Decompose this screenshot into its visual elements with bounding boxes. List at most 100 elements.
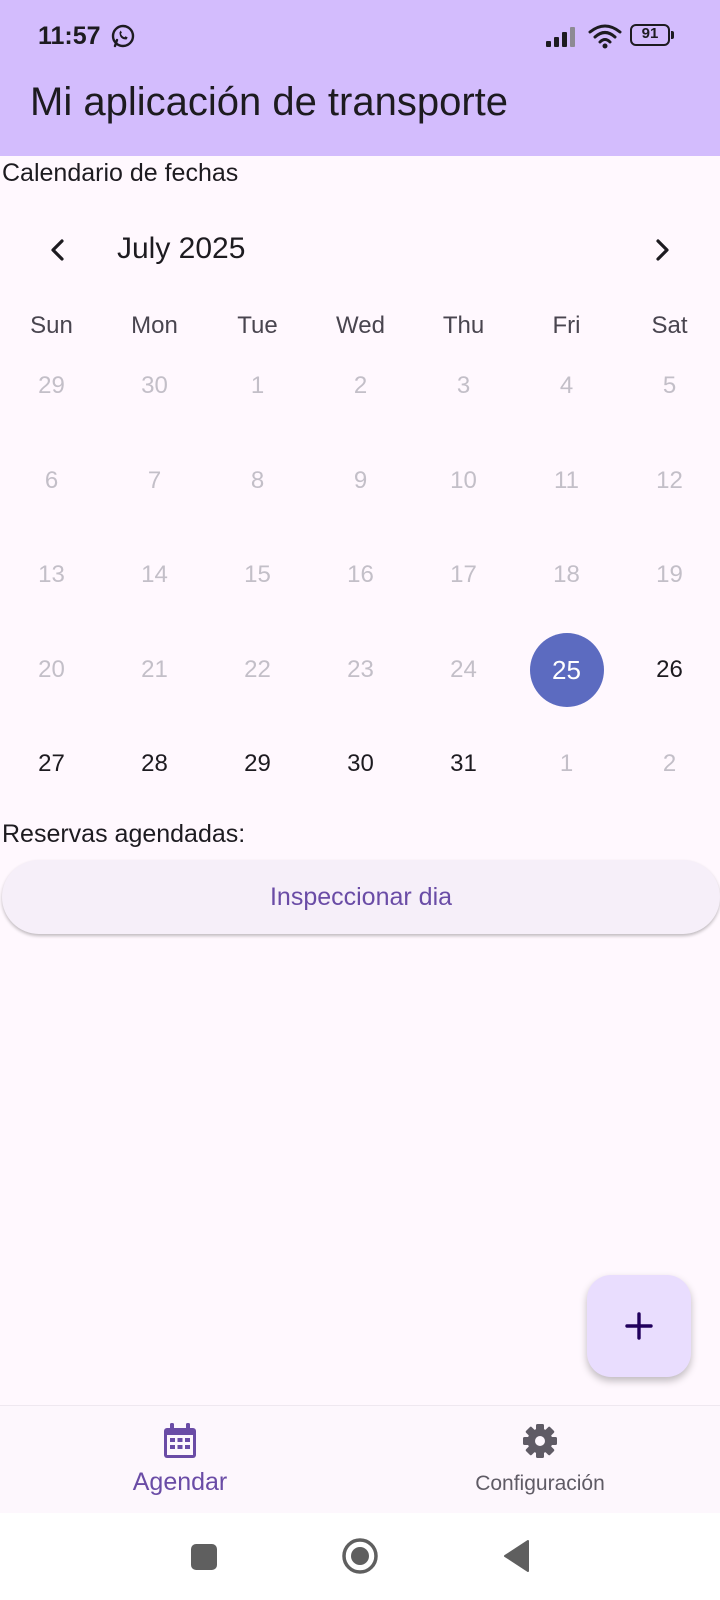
calendar-day-number: 29 — [244, 750, 271, 777]
battery-icon: 91 — [630, 24, 674, 46]
calendar-day-selected[interactable]: 25 — [515, 632, 618, 708]
reservations-label: Reservas agendadas: — [2, 820, 246, 848]
calendar-day[interactable]: 26 — [618, 632, 720, 708]
gear-icon — [523, 1424, 557, 1458]
status-bar: 11:57 91 — [0, 0, 720, 70]
calendar-day-number: 7 — [147, 467, 162, 494]
app-title: Mi aplicación de transporte — [30, 80, 509, 124]
calendar-day: 24 — [412, 632, 515, 708]
calendar-day-number: 26 — [656, 656, 683, 683]
calendar-day-number: 30 — [141, 372, 168, 399]
whatsapp-icon — [111, 24, 135, 48]
nav-item-configuracion[interactable]: Configuración — [360, 1406, 720, 1514]
calendar-day: 10 — [412, 443, 515, 519]
weekday-label: Sun — [30, 312, 73, 339]
calendar-day: 11 — [515, 443, 618, 519]
calendar-day[interactable]: 31 — [412, 726, 515, 802]
calendar-day-number: 10 — [450, 467, 477, 494]
calendar-day: 15 — [206, 537, 309, 613]
prev-month-button[interactable] — [36, 228, 80, 272]
calendar-day-number: 8 — [250, 467, 265, 494]
calendar-day-number: 2 — [662, 750, 677, 777]
calendar-day-number: 1 — [250, 372, 265, 399]
calendar-day-number: 17 — [450, 561, 477, 588]
calendar-day-number: 12 — [656, 467, 683, 494]
calendar-day-number: 23 — [347, 656, 374, 683]
status-time: 11:57 — [38, 22, 101, 50]
next-month-button[interactable] — [640, 228, 684, 272]
calendar-day-number: 5 — [662, 372, 677, 399]
calendar-day-number: 18 — [553, 561, 580, 588]
recents-button[interactable] — [190, 1543, 218, 1576]
back-triangle-icon — [504, 1540, 529, 1572]
calendar-day[interactable]: 28 — [103, 726, 206, 802]
calendar-day-number: 11 — [554, 467, 579, 494]
calendar-day: 23 — [309, 632, 412, 708]
calendar-day-number: 21 — [141, 656, 168, 683]
calendar-day: 17 — [412, 537, 515, 613]
calendar-day-number: 1 — [559, 750, 574, 777]
calendar-day: 5 — [618, 348, 720, 424]
calendar-day: 2 — [618, 726, 720, 802]
calendar-day-number: 13 — [38, 561, 65, 588]
calendar-day-number: 16 — [347, 561, 374, 588]
calendar-day: 1 — [515, 726, 618, 802]
month-label[interactable]: July 2025 — [117, 232, 245, 266]
calendar-day-number: 22 — [244, 656, 271, 683]
calendar-day: 12 — [618, 443, 720, 519]
calendar-day[interactable]: 29 — [206, 726, 309, 802]
calendar-day: 29 — [0, 348, 103, 424]
calendar-day: 14 — [103, 537, 206, 613]
weekday-label: Mon — [131, 312, 178, 339]
calendar-day: 22 — [206, 632, 309, 708]
weekday-label: Sat — [651, 312, 688, 339]
calendar-day: 4 — [515, 348, 618, 424]
calendar-day-number: 31 — [450, 750, 477, 777]
calendar-day-number: 2 — [353, 372, 368, 399]
calendar-day-number: 28 — [141, 750, 168, 777]
add-fab-button[interactable] — [587, 1275, 691, 1377]
calendar-day: 8 — [206, 443, 309, 519]
calendar-day: 9 — [309, 443, 412, 519]
weekday-label: Fri — [552, 312, 581, 339]
signal-icon — [546, 27, 575, 47]
plus-icon — [625, 1312, 653, 1340]
nav-label-agendar: Agendar — [132, 1468, 228, 1496]
system-nav-bar — [0, 1513, 720, 1600]
calendar-day-number: 4 — [559, 372, 574, 399]
calendar-day-number: 3 — [456, 372, 471, 399]
recents-square-icon — [191, 1544, 217, 1570]
calendar-day[interactable]: 27 — [0, 726, 103, 802]
nav-item-agendar[interactable]: Agendar — [0, 1406, 360, 1514]
calendar-day: 2 — [309, 348, 412, 424]
calendar-icon — [164, 1423, 196, 1458]
weekday-label: Wed — [336, 312, 385, 339]
calendar-day[interactable]: 30 — [309, 726, 412, 802]
calendar-day-number: 20 — [38, 656, 65, 683]
bottom-nav: Agendar Configuración — [0, 1405, 720, 1513]
calendar-day: 13 — [0, 537, 103, 613]
calendar-header: July 2025 — [0, 220, 720, 280]
calendar-day: 21 — [103, 632, 206, 708]
home-button[interactable] — [341, 1537, 379, 1580]
calendar-day-number: 29 — [38, 372, 65, 399]
nav-label-configuracion: Configuración — [475, 1472, 605, 1495]
chevron-right-icon — [656, 239, 669, 261]
battery-tip — [671, 31, 674, 39]
wifi-icon — [588, 24, 622, 49]
calendar-day-number: 9 — [353, 467, 368, 494]
chevron-left-icon — [51, 239, 64, 261]
calendar-day-number: 30 — [347, 750, 374, 777]
calendar-day-number: 25 — [529, 633, 604, 707]
calendar-day: 30 — [103, 348, 206, 424]
home-circle-icon — [342, 1538, 378, 1574]
calendar-day: 1 — [206, 348, 309, 424]
weekday-label: Thu — [442, 312, 485, 339]
calendar-day-number: 14 — [141, 561, 168, 588]
calendar-day: 6 — [0, 443, 103, 519]
inspect-day-button[interactable]: Inspeccionar dia — [2, 860, 720, 934]
back-button[interactable] — [502, 1539, 530, 1578]
calendar-day: 3 — [412, 348, 515, 424]
calendar-day: 19 — [618, 537, 720, 613]
app-bar: 11:57 91 Mi aplicación de transporte — [0, 0, 720, 156]
